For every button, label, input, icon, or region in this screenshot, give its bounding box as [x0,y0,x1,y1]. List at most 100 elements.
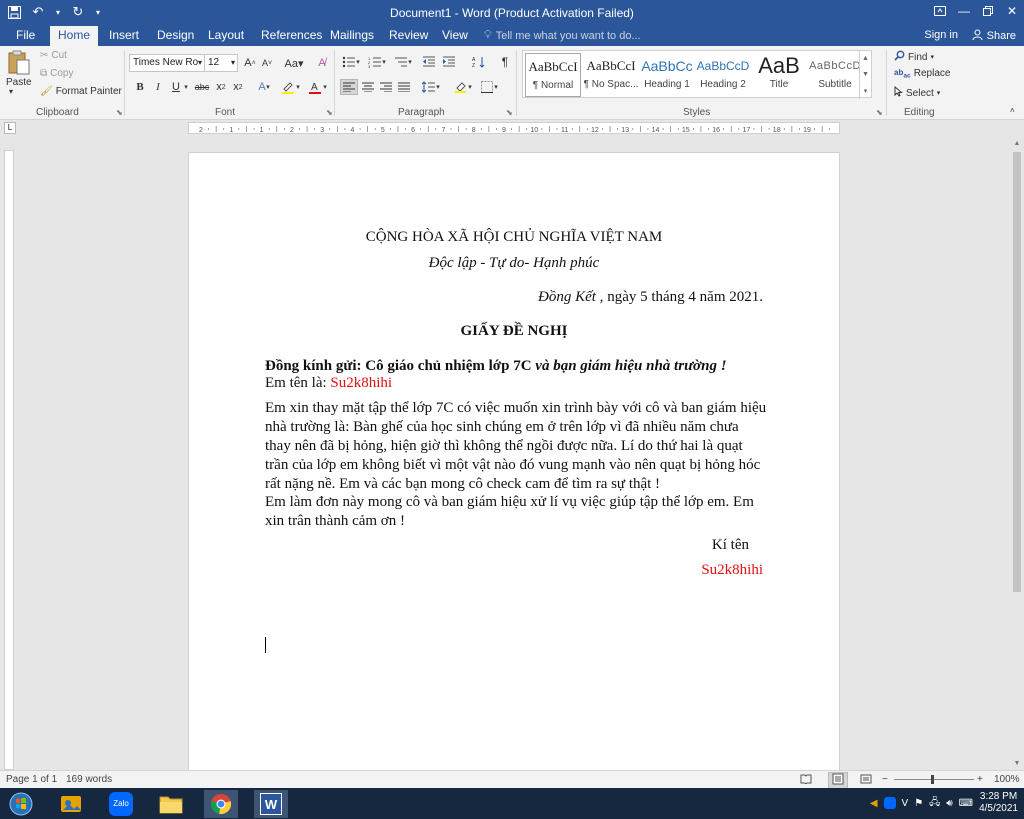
font-size-box[interactable]: 12 ▾ [204,54,238,72]
zoom-out-icon[interactable]: − [882,774,888,785]
tab-selector-icon[interactable]: L [4,122,16,134]
chevron-down-icon[interactable]: ▼ [862,71,869,78]
superscript-icon[interactable]: x2 [230,79,246,95]
chevron-up-icon[interactable]: ▲ [862,55,869,62]
select-button[interactable]: Select ▾ [894,85,940,100]
style-heading-1[interactable]: AaBbCc Heading 1 [639,53,695,97]
borders-dropdown-icon[interactable]: ▾ [492,79,500,95]
clear-formatting-icon[interactable]: A̸ [314,55,330,71]
align-left-icon[interactable] [340,79,358,95]
styles-dialog-launcher-icon[interactable]: ⬊ [876,108,883,117]
file-explorer-icon[interactable] [154,790,188,818]
font-color-dropdown-icon[interactable]: ▾ [321,79,329,95]
network-icon[interactable]: 🖧︎ [929,795,940,812]
restore-icon[interactable] [976,0,1000,22]
find-button[interactable]: Find ▾ [894,50,934,64]
align-center-icon[interactable] [359,79,377,95]
shading-dropdown-icon[interactable]: ▾ [466,79,474,95]
undo-icon[interactable]: ↶ [30,3,46,21]
subscript-icon[interactable]: x2 [213,79,229,95]
save-icon[interactable] [6,3,22,21]
vertical-ruler[interactable] [4,150,14,770]
web-layout-icon[interactable] [860,774,872,787]
tell-me-box[interactable]: 💡︎ Tell me what you want to do... [484,29,641,42]
vertical-scrollbar[interactable]: ▲ ▼ [1010,138,1024,770]
horizontal-ruler[interactable]: 2 1 1 2 3 4 5 6 7 8 9 10 11 12 13 14 15 16 17 18 19 [188,122,840,134]
shrink-font-icon[interactable]: A ˅ [259,55,275,71]
format-painter-button[interactable]: 🖌︎ Format Painter [40,86,122,97]
tab-file[interactable]: File [8,26,43,46]
print-layout-icon[interactable] [828,772,848,789]
text-effects-dropdown-icon[interactable]: ▾ [264,79,272,95]
keyboard-icon[interactable]: ⌨ [959,798,973,809]
copy-button[interactable]: ⧉ Copy [40,68,74,79]
scroll-up-icon[interactable]: ▲ [1010,138,1024,150]
photo-app-icon[interactable] [54,790,88,818]
volume-icon[interactable]: 🔊︎ [946,798,952,809]
paste-dropdown-icon[interactable]: ▾ [9,87,13,96]
style-no-spacing[interactable]: AaBbCcI ¶ No Spac... [583,53,639,97]
tab-view[interactable]: View [434,26,476,46]
tab-home[interactable]: Home [50,26,99,46]
tab-layout[interactable]: Layout [200,26,252,46]
grow-font-icon[interactable]: A ˄ [242,55,258,71]
clipboard-dialog-launcher-icon[interactable]: ⬊ [116,108,123,117]
start-icon[interactable] [4,790,38,818]
customize-qat-icon[interactable]: ▾ [94,3,102,21]
highlight-dropdown-icon[interactable]: ▾ [294,79,302,95]
zoom-slider-thumb[interactable] [931,775,934,784]
sign-in-link[interactable]: Sign in [924,29,958,41]
scroll-down-icon[interactable]: ▼ [1010,758,1024,770]
styles-gallery-scroll[interactable]: ▲ ▼ ▾ [859,51,871,99]
tab-design[interactable]: Design [149,26,202,46]
input-language[interactable]: V [902,798,909,809]
line-spacing-dropdown-icon[interactable]: ▾ [434,79,442,95]
justify-icon[interactable] [395,79,413,95]
word-count[interactable]: 169 words [66,774,112,785]
word-icon[interactable]: W [254,790,288,818]
close-icon[interactable]: ✕ [1000,0,1024,22]
style-normal[interactable]: AaBbCcI ¶ Normal [525,53,581,97]
redo-icon[interactable]: ↻ [70,3,86,21]
strikethrough-icon[interactable]: abc [193,79,211,95]
tab-review[interactable]: Review [381,26,436,46]
zoom-in-icon[interactable]: + [977,774,983,785]
replace-button[interactable]: abac Replace [894,68,950,80]
page-count[interactable]: Page 1 of 1 [6,774,57,785]
minimize-icon[interactable]: — [952,0,976,22]
action-center-flag-icon[interactable]: ⚑ [914,798,923,809]
bullets-dropdown-icon[interactable]: ▾ [354,54,362,70]
change-case-icon[interactable]: Aa▾ [282,55,306,71]
align-right-icon[interactable] [377,79,395,95]
decrease-indent-icon[interactable] [420,54,438,70]
tab-insert[interactable]: Insert [101,26,147,46]
style-subtitle[interactable]: AaBbCcD Subtitle [807,53,863,97]
read-mode-icon[interactable] [800,774,812,787]
zoom-slider[interactable] [894,779,974,780]
collapse-ribbon-icon[interactable]: ˄ [1010,106,1015,115]
undo-dropdown-icon[interactable]: ▾ [54,3,62,21]
bold-icon[interactable]: B [132,79,148,95]
scroll-thumb[interactable] [1013,152,1021,592]
cut-button[interactable]: ✂ Cut [40,50,67,61]
share-button[interactable]: Share [972,29,1016,43]
zalo-tray-icon[interactable] [883,797,896,809]
font-name-box[interactable]: Times New Ro ▾ [129,54,205,72]
italic-icon[interactable]: I [150,79,166,95]
underline-dropdown-icon[interactable]: ▾ [182,79,190,95]
increase-indent-icon[interactable] [440,54,458,70]
font-dialog-launcher-icon[interactable]: ⬊ [326,108,333,117]
clock[interactable]: 3:28 PM 4/5/2021 [979,791,1018,815]
style-heading-2[interactable]: AaBbCcD Heading 2 [695,53,751,97]
multilevel-dropdown-icon[interactable]: ▾ [406,54,414,70]
zoom-level[interactable]: 100% [994,774,1020,785]
zalo-icon[interactable]: Zalo [104,790,138,818]
paste-button[interactable]: Paste [6,50,32,88]
chrome-icon[interactable] [204,790,238,818]
sort-icon[interactable]: AZ [470,54,488,70]
paragraph-dialog-launcher-icon[interactable]: ⬊ [506,108,513,117]
tab-mailings[interactable]: Mailings [322,26,382,46]
tab-references[interactable]: References [253,26,330,46]
numbering-dropdown-icon[interactable]: ▾ [380,54,388,70]
ribbon-display-options-icon[interactable] [928,0,952,22]
